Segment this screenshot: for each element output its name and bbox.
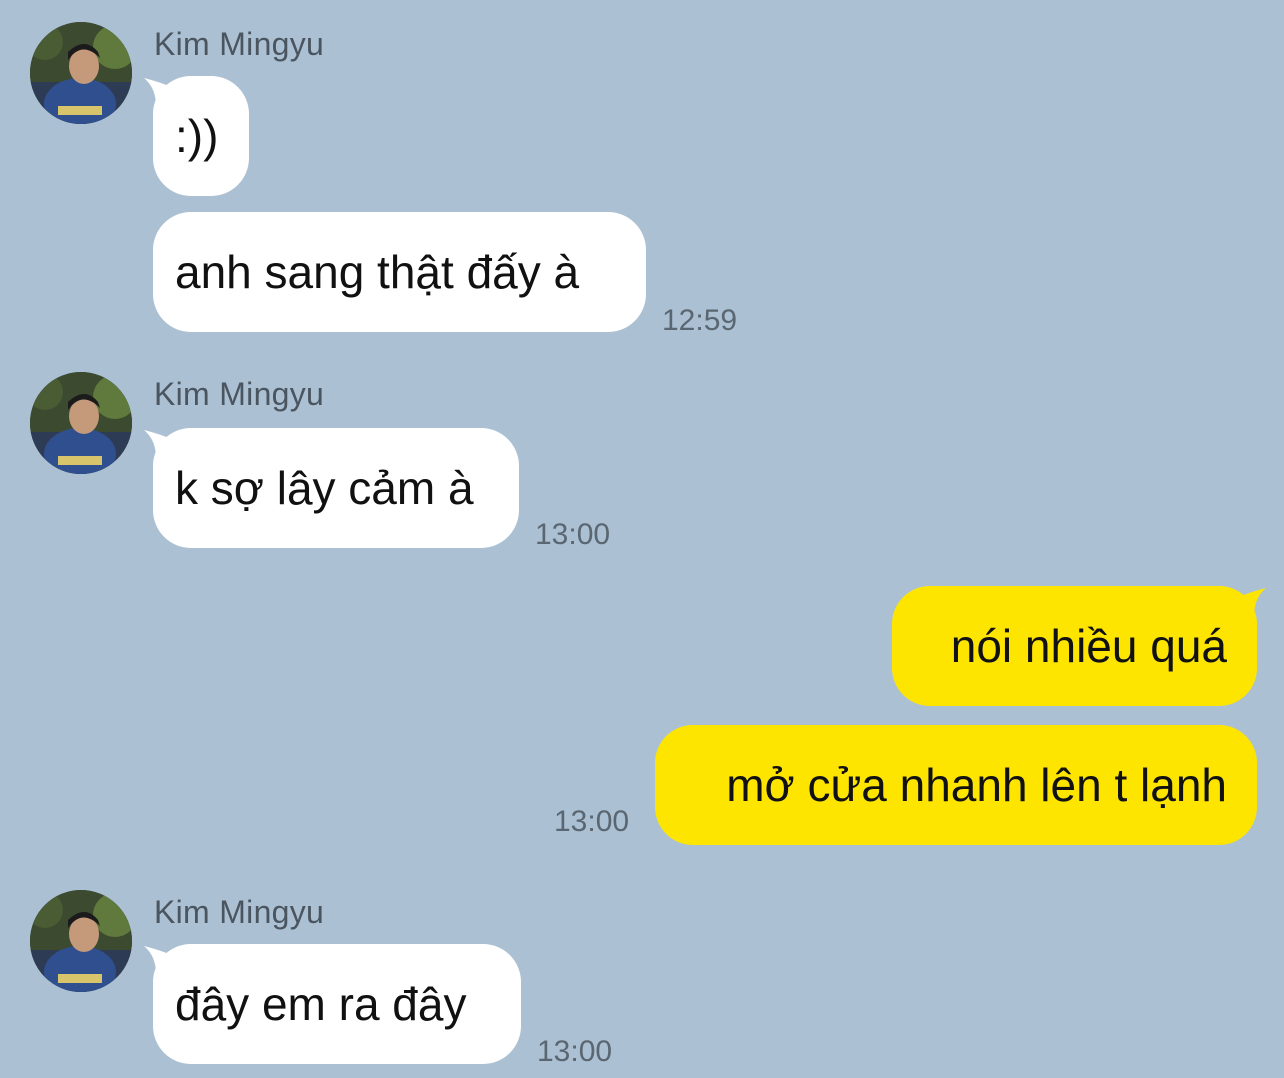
message-bubble[interactable]: anh sang thật đấy à <box>153 212 646 332</box>
message-time: 13:00 <box>554 805 630 838</box>
message-text: nói nhiều quá <box>950 620 1227 672</box>
profile-photo-icon <box>30 372 132 474</box>
sender-name: Kim Mingyu <box>154 26 325 62</box>
message-bubble[interactable]: k sợ lây cảm à <box>153 428 519 548</box>
message-bubble[interactable]: mở cửa nhanh lên t lạnh <box>655 725 1257 845</box>
message-bubble[interactable]: đây em ra đây <box>153 944 521 1064</box>
sender-name: Kim Mingyu <box>154 894 325 930</box>
message-bubble[interactable]: :)) <box>153 76 249 196</box>
message-text: đây em ra đây <box>175 978 467 1030</box>
message-text: mở cửa nhanh lên t lạnh <box>726 759 1227 811</box>
profile-photo-icon <box>30 890 132 992</box>
message-bubble[interactable]: nói nhiều quá <box>892 586 1257 706</box>
chat-message-list[interactable]: Kim Mingyu :)) anh sang thật đấy à 12:59… <box>0 0 1284 1078</box>
profile-photo-icon <box>30 22 132 124</box>
sender-avatar[interactable] <box>30 22 132 124</box>
message-time: 13:00 <box>537 1035 613 1068</box>
sender-avatar[interactable] <box>30 372 132 474</box>
sender-name: Kim Mingyu <box>154 376 325 412</box>
message-text: anh sang thật đấy à <box>175 246 580 298</box>
message-time: 13:00 <box>535 518 611 551</box>
message-text: :)) <box>175 110 219 162</box>
message-time: 12:59 <box>662 304 738 337</box>
message-text: k sợ lây cảm à <box>175 462 474 514</box>
sender-avatar[interactable] <box>30 890 132 992</box>
